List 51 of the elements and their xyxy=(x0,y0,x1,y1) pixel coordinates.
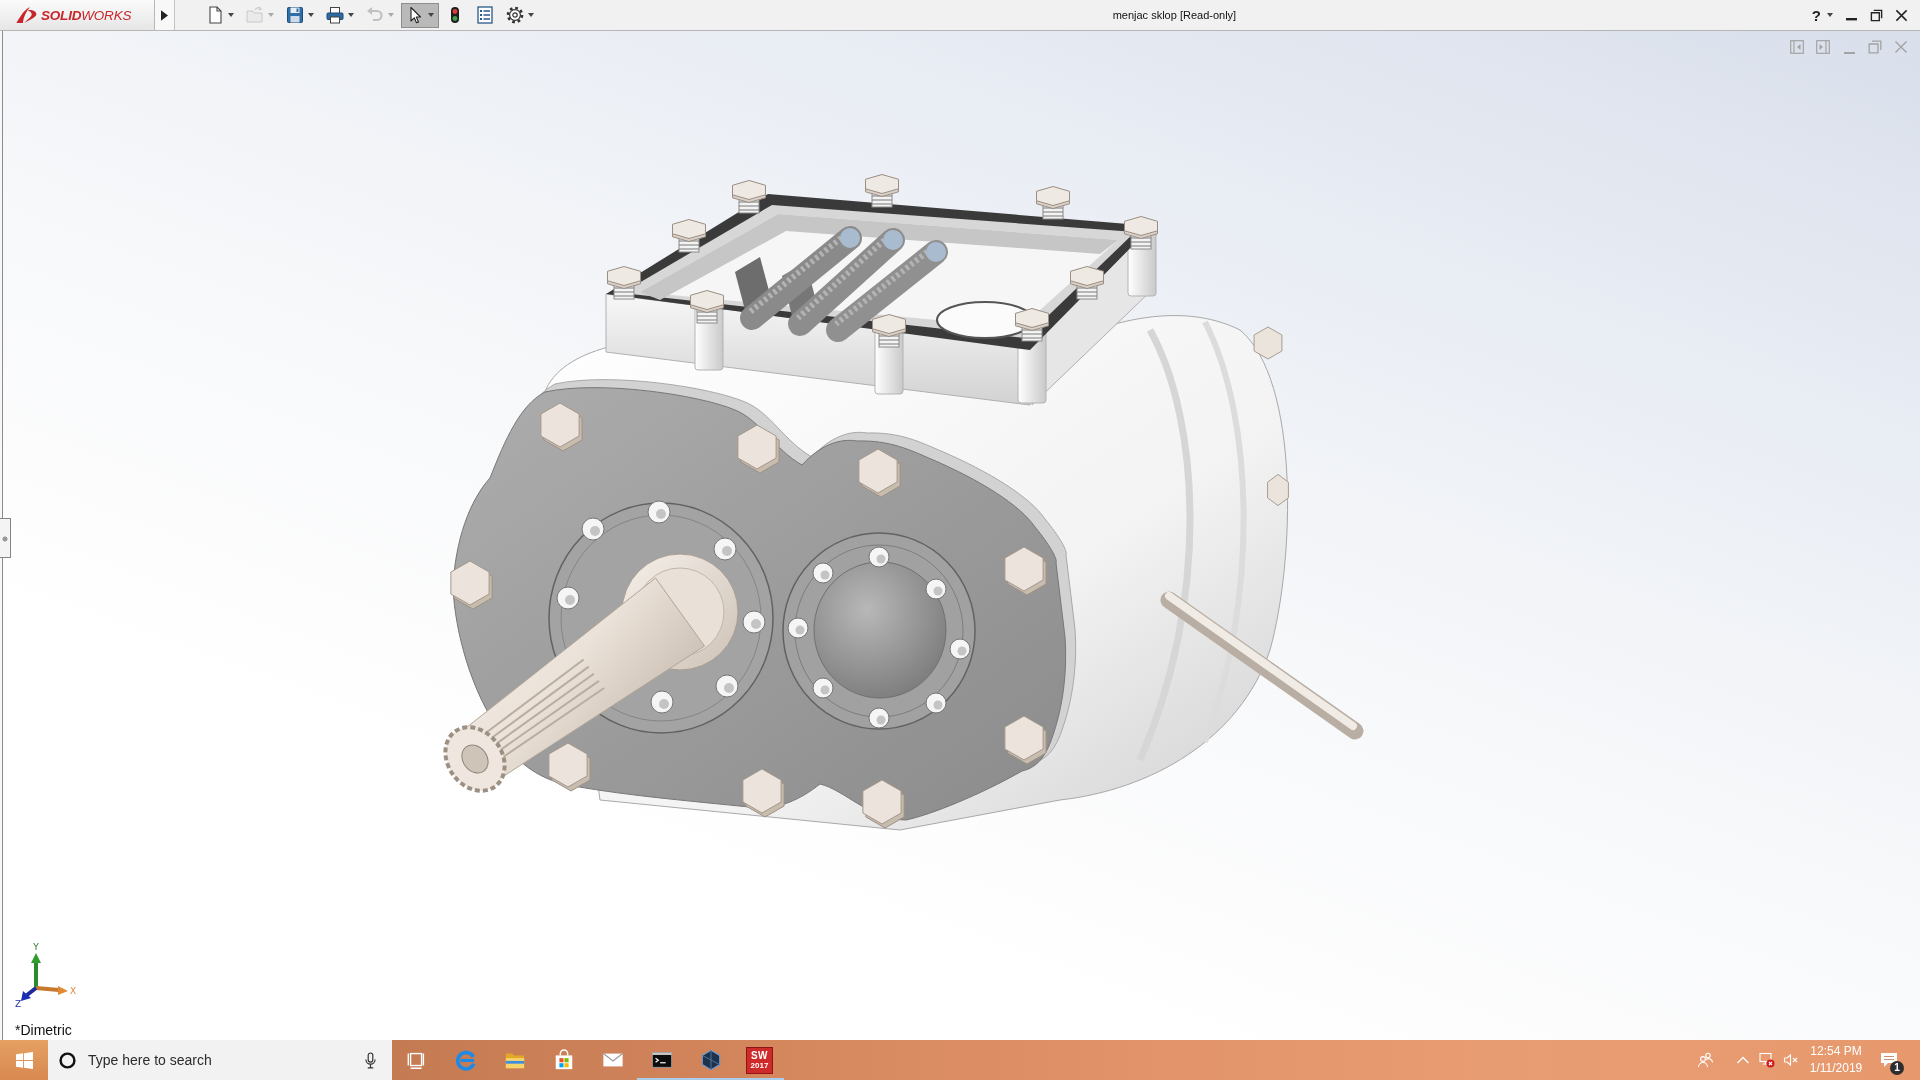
list-icon xyxy=(476,6,494,24)
terminal-icon xyxy=(650,1049,673,1071)
action-center-button[interactable]: 1 xyxy=(1869,1040,1909,1080)
document-icon xyxy=(206,6,224,24)
select-tool-button[interactable] xyxy=(401,2,439,28)
brand-name: SOLIDWORKS xyxy=(41,7,132,23)
notification-badge: 1 xyxy=(1890,1061,1904,1075)
close-icon xyxy=(1895,8,1908,22)
logo-panel[interactable]: SOLIDWORKS xyxy=(0,0,155,30)
hexagon-icon xyxy=(699,1049,722,1071)
x-axis-arrow xyxy=(35,986,68,995)
window-title: menjac sklop [Read-only] xyxy=(1112,9,1237,21)
swirl-icon xyxy=(454,1049,477,1071)
network-error-icon xyxy=(1759,1052,1775,1068)
gear-icon xyxy=(506,6,524,24)
restore-icon xyxy=(1870,8,1883,22)
minimize-icon xyxy=(1846,18,1857,21)
axis-label: Y xyxy=(33,942,39,952)
restore-icon xyxy=(1868,40,1882,54)
close-view-button[interactable] xyxy=(1894,40,1908,54)
four-panes-icon xyxy=(15,1051,33,1069)
restore-view-button[interactable] xyxy=(1868,40,1882,54)
minimize-icon xyxy=(1843,52,1855,54)
taskbar-app-button[interactable]: SW 2017 xyxy=(735,1040,784,1080)
circle-icon xyxy=(59,1051,76,1069)
app-tile-label: SW xyxy=(750,1050,769,1061)
app-tile-year: 2017 xyxy=(750,1061,769,1070)
panel-handle[interactable] xyxy=(0,518,11,558)
axis-label: X xyxy=(69,986,77,996)
close-icon xyxy=(1894,40,1908,54)
undo-arrow-icon xyxy=(366,6,384,24)
panel-left-icon xyxy=(1790,40,1804,54)
view-orientation-label: *Dimetric xyxy=(15,1022,72,1038)
z-axis-arrow xyxy=(21,986,38,1001)
panel-right-icon xyxy=(1816,40,1830,54)
graphics-area[interactable]: Y X Z *Dimetric xyxy=(2,31,1920,1040)
split-right-button[interactable] xyxy=(1816,40,1830,54)
axis-label: Z xyxy=(14,999,22,1009)
start-button[interactable] xyxy=(0,1040,48,1080)
menu-expand-button[interactable] xyxy=(155,0,175,30)
y-axis-arrow xyxy=(31,953,41,988)
help-button[interactable]: ? xyxy=(1809,2,1839,28)
speaker-muted-icon xyxy=(1783,1052,1799,1068)
expand-arrow-icon xyxy=(161,9,168,21)
microphone-icon[interactable] xyxy=(365,1051,376,1069)
logo-mark-icon xyxy=(14,5,38,25)
printer-icon xyxy=(326,6,344,24)
search-field[interactable]: Type here to search xyxy=(48,1040,392,1080)
split-left-button[interactable] xyxy=(1790,40,1804,54)
people-icon xyxy=(1697,1052,1713,1068)
folder-icon xyxy=(246,6,264,24)
